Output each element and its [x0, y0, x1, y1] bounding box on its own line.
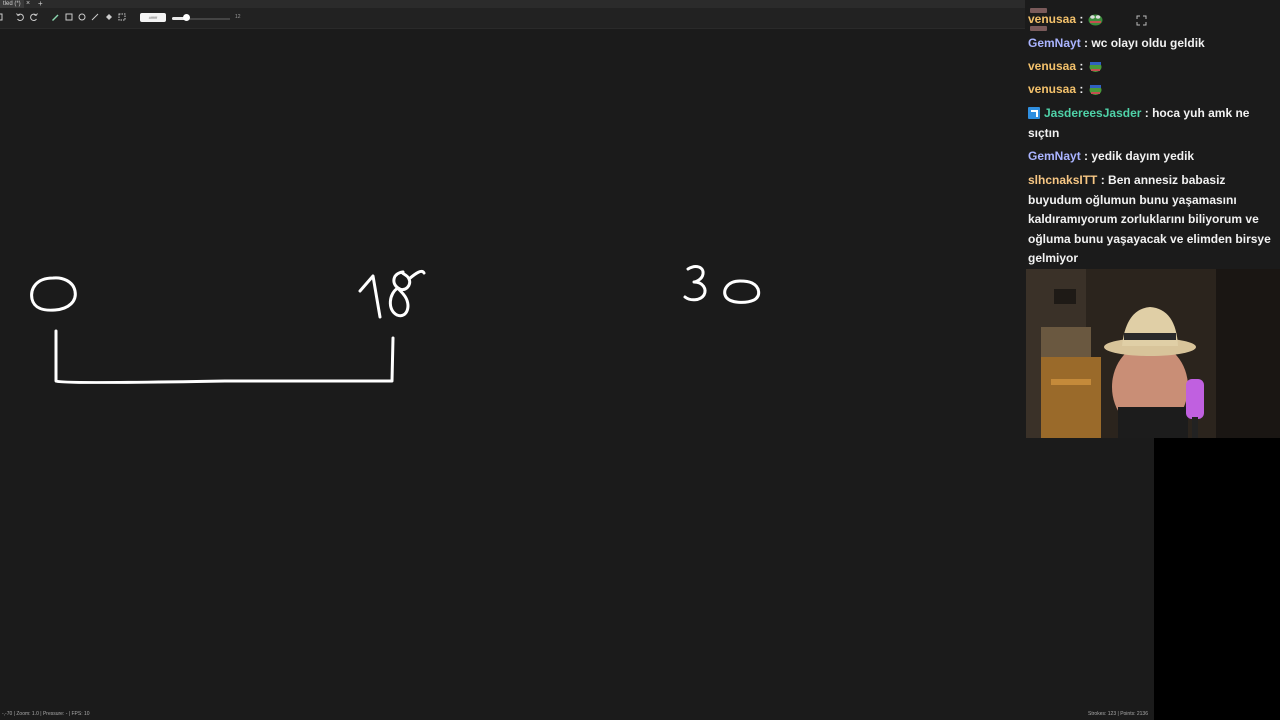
rectangle-icon[interactable]	[64, 12, 74, 22]
new-tab-icon[interactable]: +	[38, 0, 43, 8]
tab-title: tled (*)	[3, 1, 21, 7]
chat-username[interactable]: slhcnaksITT	[1028, 173, 1097, 187]
chat-message: slhcnaksITT : Ben annesiz babasiz buyudu…	[1028, 173, 1271, 265]
chat-username[interactable]: GemNayt	[1028, 149, 1081, 163]
handwritten-zero-2	[723, 279, 761, 304]
status-bar: -,-70 | Zoom: 1.0 | Pressure: - | FPS: 1…	[0, 709, 1154, 720]
status-right: Strokes: 123 | Points: 2136	[1088, 711, 1148, 717]
chat-username[interactable]: JasdereesJasder	[1044, 106, 1141, 120]
bracket-line	[54, 329, 395, 384]
webcam-feed	[1026, 269, 1280, 438]
pepe-icon	[1089, 85, 1102, 95]
chat-text: yedik dayım yedik	[1091, 149, 1195, 163]
chat-username[interactable]: venusaa	[1028, 82, 1076, 96]
drawing-canvas[interactable]	[0, 29, 1154, 707]
pen-icon[interactable]	[50, 12, 60, 22]
canvas-strokes	[30, 265, 761, 384]
color-swatch[interactable]: #ffffff	[140, 13, 166, 22]
chat-text: wc olayı oldu geldik	[1091, 36, 1205, 50]
status-left: -,-70 | Zoom: 1.0 | Pressure: - | FPS: 1…	[2, 711, 90, 717]
select-icon[interactable]	[117, 12, 127, 22]
handwritten-eight	[388, 269, 426, 318]
chat-username[interactable]: venusaa	[1028, 59, 1076, 73]
chat-message: venusaa :	[1028, 10, 1274, 30]
chat-username[interactable]: GemNayt	[1028, 36, 1081, 50]
webcam-image	[1026, 269, 1280, 438]
handwritten-three	[683, 265, 707, 302]
pepe-icon	[1089, 62, 1102, 72]
tab-close-icon[interactable]: ×	[26, 0, 30, 8]
overlay-black-area	[1154, 438, 1280, 720]
chat-message: venusaa :	[1028, 57, 1274, 77]
chat-top-thumbnails	[1030, 0, 1075, 31]
brush-size-handle[interactable]	[183, 14, 190, 21]
chat-message: GemNayt : yedik dayım yedik	[1028, 149, 1195, 163]
badge-icon	[1028, 107, 1040, 119]
chat-message: JasdereesJasder : hoca yuh amk ne sıçtın	[1028, 106, 1250, 140]
handwritten-one	[358, 274, 382, 319]
undo-icon[interactable]	[15, 12, 25, 22]
fill-icon[interactable]	[104, 12, 114, 22]
drawing-toolbar: #ffffff 12	[0, 8, 1025, 29]
brush-size-value: 12	[235, 14, 241, 20]
chat-message: venusaa :	[1028, 80, 1274, 100]
chat-username[interactable]: venusaa	[1028, 12, 1076, 26]
pepe-icon	[1088, 14, 1103, 26]
chat-message: GemNayt : wc olayı oldu geldik	[1028, 36, 1205, 50]
redo-icon[interactable]	[29, 12, 39, 22]
line-icon[interactable]	[90, 12, 100, 22]
tab-untitled[interactable]: tled (*)	[0, 0, 24, 8]
handwritten-zero	[30, 276, 77, 312]
circle-icon[interactable]	[77, 12, 87, 22]
menu-icon[interactable]	[0, 12, 6, 22]
